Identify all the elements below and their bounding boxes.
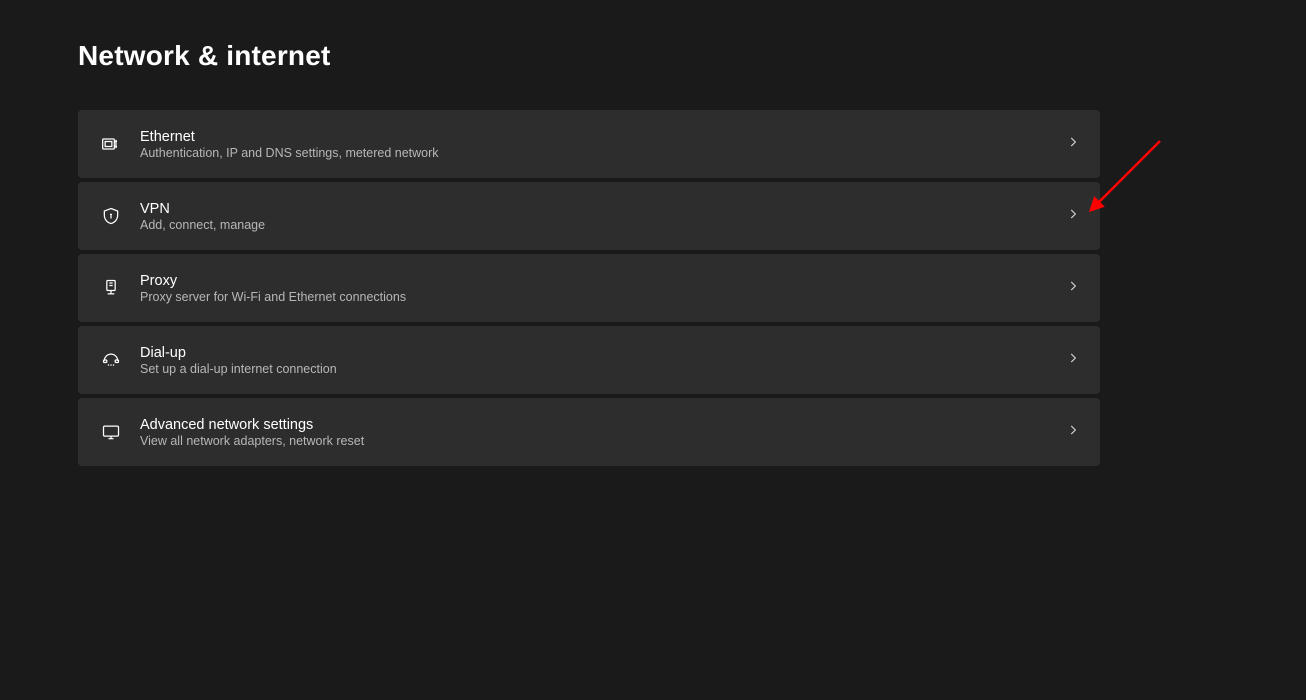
ethernet-icon [100,133,122,155]
item-title: Ethernet [140,129,1066,145]
item-subtitle: Set up a dial-up internet connection [140,362,1066,376]
settings-list: Ethernet Authentication, IP and DNS sett… [78,110,1100,466]
item-text: Proxy Proxy server for Wi-Fi and Etherne… [140,273,1066,304]
chevron-right-icon [1066,207,1080,226]
proxy-icon [100,277,122,299]
item-subtitle: Add, connect, manage [140,218,1066,232]
item-text: Dial-up Set up a dial-up internet connec… [140,345,1066,376]
item-title: Advanced network settings [140,417,1066,433]
item-subtitle: Proxy server for Wi-Fi and Ethernet conn… [140,290,1066,304]
settings-item-ethernet[interactable]: Ethernet Authentication, IP and DNS sett… [78,110,1100,178]
settings-item-dialup[interactable]: Dial-up Set up a dial-up internet connec… [78,326,1100,394]
chevron-right-icon [1066,351,1080,370]
page-title: Network & internet [78,40,1100,72]
settings-item-advanced[interactable]: Advanced network settings View all netwo… [78,398,1100,466]
shield-icon [100,205,122,227]
item-title: Proxy [140,273,1066,289]
item-subtitle: Authentication, IP and DNS settings, met… [140,146,1066,160]
item-text: VPN Add, connect, manage [140,201,1066,232]
advanced-network-icon [100,421,122,443]
annotation-arrow [1088,135,1168,215]
item-subtitle: View all network adapters, network reset [140,434,1066,448]
chevron-right-icon [1066,135,1080,154]
item-title: VPN [140,201,1066,217]
item-title: Dial-up [140,345,1066,361]
settings-item-vpn[interactable]: VPN Add, connect, manage [78,182,1100,250]
dialup-icon [100,349,122,371]
item-text: Advanced network settings View all netwo… [140,417,1066,448]
chevron-right-icon [1066,423,1080,442]
item-text: Ethernet Authentication, IP and DNS sett… [140,129,1066,160]
settings-item-proxy[interactable]: Proxy Proxy server for Wi-Fi and Etherne… [78,254,1100,322]
chevron-right-icon [1066,279,1080,298]
